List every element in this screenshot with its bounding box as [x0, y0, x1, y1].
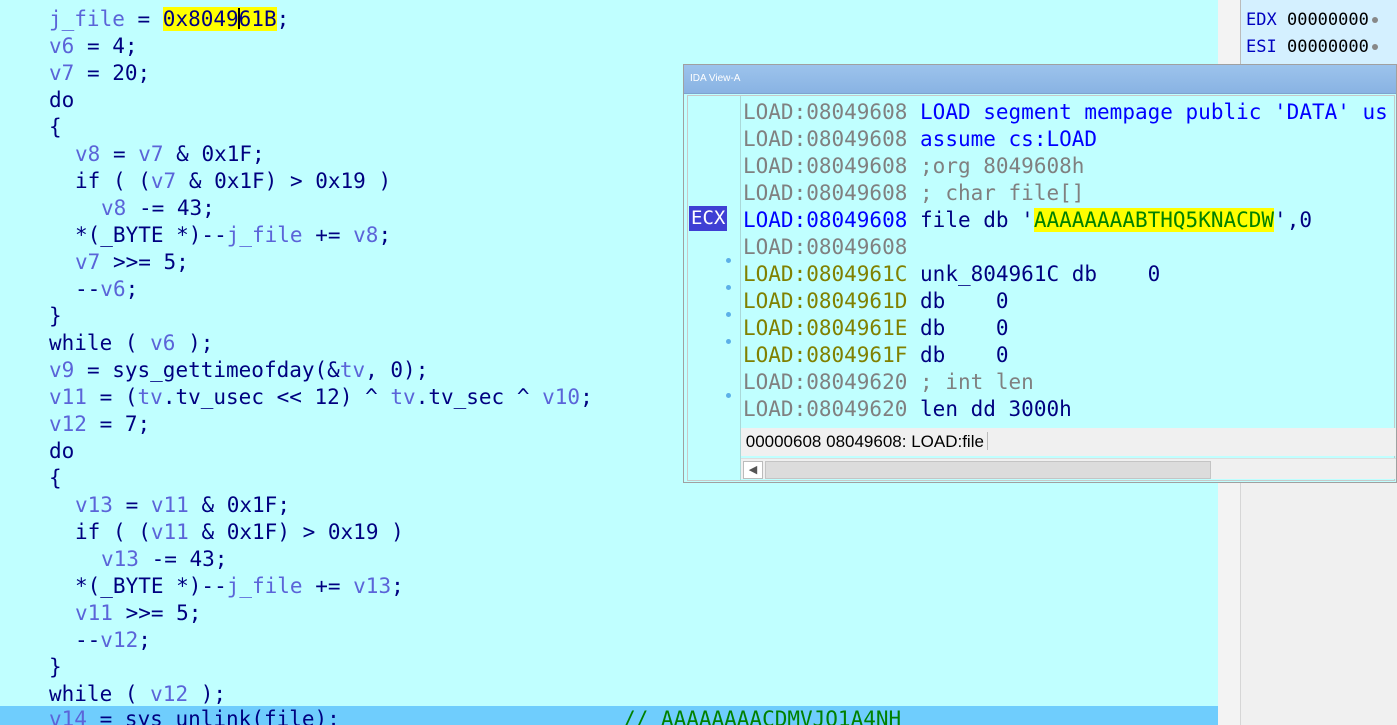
disasm-line-4[interactable]: LOAD:08049608 ; char file[] [743, 180, 1084, 207]
code-line-22[interactable]: *(_BYTE *)--j_file += v13; [75, 573, 404, 600]
xref-dot-icon [726, 312, 731, 317]
disasm-line-10[interactable]: LOAD:0804961F db 0 [743, 342, 1009, 369]
code-line-7[interactable]: if ( (v7 & 0x1F) > 0x19 ) [75, 168, 391, 195]
scroll-left-icon[interactable]: ◀ [743, 461, 763, 479]
xref-dot-icon [726, 285, 731, 290]
ida-view-titlebar[interactable]: IDA View-A [684, 65, 1396, 94]
code-line-14[interactable]: v9 = sys_gettimeofday(&tv, 0); [49, 357, 428, 384]
disasm-line-2[interactable]: LOAD:08049608 assume cs:LOAD [743, 126, 1097, 153]
ida-view-content[interactable]: ECX LOAD:08049608 LOAD segment mempage p… [687, 95, 1396, 481]
ida-view-title: IDA View-A [690, 73, 741, 84]
code-line-21[interactable]: v13 -= 43; [101, 546, 227, 573]
disasm-line-11[interactable]: LOAD:08049620 ; int len [743, 369, 1034, 396]
disasm-line-9[interactable]: LOAD:0804961E db 0 [743, 315, 1009, 342]
disasm-line-8[interactable]: LOAD:0804961D db 0 [743, 288, 1009, 315]
register-esi[interactable]: ESI 00000000 [1246, 34, 1378, 60]
code-line-27-highlighted[interactable]: v14 = sys_unlink(file);// AAAAAAAACDMVJO… [0, 706, 1218, 725]
register-dot-icon [1371, 44, 1378, 50]
code-line-4[interactable]: do [49, 87, 74, 114]
xref-dot-icon [726, 339, 731, 344]
ida-view-gutter [688, 96, 741, 480]
ecx-register-marker[interactable]: ECX [689, 206, 728, 231]
code-line-24[interactable]: --v12; [75, 627, 151, 654]
scrollbar-thumb[interactable] [765, 461, 1211, 479]
code-line-10[interactable]: v7 >>= 5; [75, 249, 189, 276]
register-dot-icon [1371, 17, 1378, 23]
code-line-18[interactable]: { [49, 465, 62, 492]
horizontal-scrollbar[interactable]: ◀ [741, 458, 1396, 479]
disasm-line-12[interactable]: LOAD:08049620 len dd 3000h [743, 396, 1072, 423]
code-line-16[interactable]: v12 = 7; [49, 411, 150, 438]
ida-view-status-bar: 00000608 08049608: LOAD:file [741, 428, 1396, 456]
code-line-26[interactable]: while ( v12 ); [49, 681, 226, 708]
xref-dot-icon [726, 393, 731, 398]
ida-view-window[interactable]: IDA View-A ECX LOAD:08049608 LOAD segmen… [683, 64, 1397, 483]
code-line-8[interactable]: v8 -= 43; [101, 195, 215, 222]
code-line-6[interactable]: v8 = v7 & 0x1F; [75, 141, 265, 168]
code-line-20[interactable]: if ( (v11 & 0x1F) > 0x19 ) [75, 519, 404, 546]
register-edx[interactable]: EDX 00000000 [1246, 7, 1378, 33]
code-line-1[interactable]: j_file = 0x804961B; [49, 6, 289, 33]
disasm-line-5[interactable]: LOAD:08049608 file db 'AAAAAAAABTHQ5KNAC… [743, 207, 1312, 234]
disasm-line-3[interactable]: LOAD:08049608 ;org 8049608h [743, 153, 1084, 180]
code-comment: // AAAAAAAACDMVJO1A4NH [623, 707, 902, 725]
code-line-5[interactable]: { [49, 114, 62, 141]
code-line-2[interactable]: v6 = 4; [49, 33, 138, 60]
code-line-15[interactable]: v11 = (tv.tv_usec << 12) ^ tv.tv_sec ^ v… [49, 384, 593, 411]
code-line-9[interactable]: *(_BYTE *)--j_file += v8; [75, 222, 391, 249]
j-file-value: 0x804961B [162, 7, 277, 31]
code-line-13[interactable]: while ( v6 ); [49, 330, 213, 357]
code-line-12[interactable]: } [49, 303, 62, 330]
code-line-3[interactable]: v7 = 20; [49, 60, 150, 87]
code-line-17[interactable]: do [49, 438, 74, 465]
code-line-23[interactable]: v11 >>= 5; [75, 600, 201, 627]
disasm-line-1[interactable]: LOAD:08049608 LOAD segment mempage publi… [743, 99, 1388, 126]
code-line-11[interactable]: --v6; [75, 276, 138, 303]
xref-dot-icon [726, 258, 731, 263]
file-string: AAAAAAAABTHQ5KNACDW [1033, 208, 1275, 232]
code-line-19[interactable]: v13 = v11 & 0x1F; [75, 492, 290, 519]
disasm-line-7[interactable]: LOAD:0804961C unk_804961C db 0 [743, 261, 1160, 288]
disasm-line-6[interactable]: LOAD:08049608 [743, 234, 907, 261]
code-line-25[interactable]: } [49, 654, 62, 681]
